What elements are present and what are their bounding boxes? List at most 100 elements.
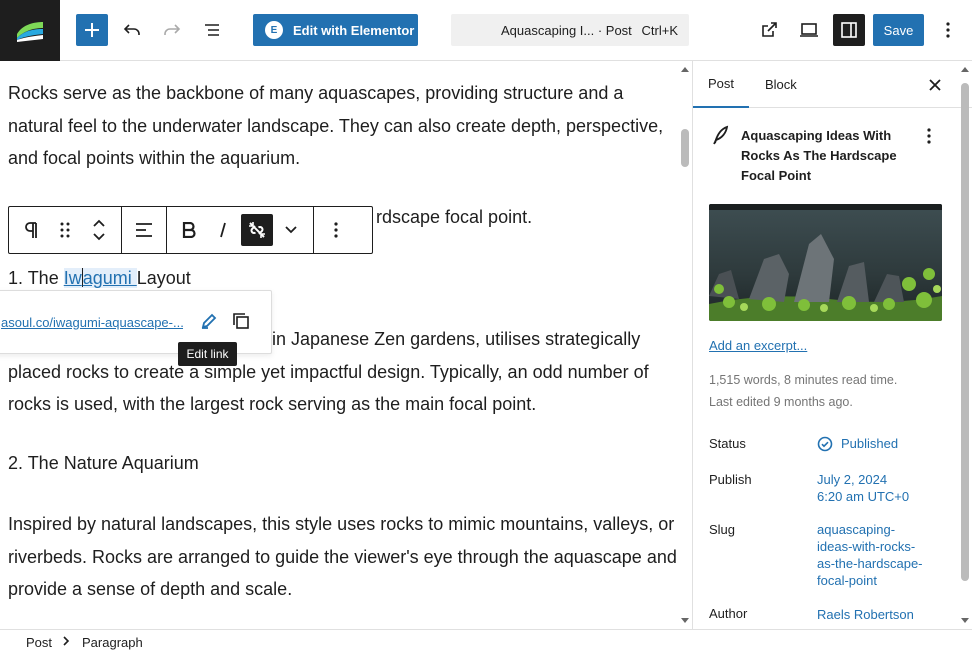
post-type-icon (711, 125, 729, 150)
scrollbar-thumb[interactable] (681, 129, 689, 167)
paragraph-block[interactable]: rdscape focal point. (376, 201, 532, 234)
scroll-up-icon[interactable] (681, 67, 689, 72)
paragraph-line: riverbeds. Rocks are arranged to guide t… (8, 546, 677, 567)
more-formatting-button[interactable] (275, 214, 307, 246)
sidebar-icon (841, 22, 857, 38)
status-label: Status (709, 436, 746, 451)
preview-button[interactable] (793, 14, 825, 46)
link-off-icon (249, 222, 265, 238)
tab-block[interactable]: Block (765, 61, 797, 108)
more-vertical-icon (927, 128, 931, 144)
drag-handle[interactable] (49, 214, 81, 246)
paragraph-line: provide a sense of depth and scale. (8, 579, 293, 599)
check-circle-icon (817, 436, 833, 451)
settings-sidebar-toggle[interactable] (833, 14, 865, 46)
breadcrumb-paragraph[interactable]: Paragraph (82, 635, 143, 650)
word-count: 1,515 words, 8 minutes read time. (709, 373, 898, 387)
scroll-down-icon[interactable] (681, 618, 689, 623)
publish-time: 6:20 am UTC+0 (817, 489, 910, 504)
paragraph-block[interactable]: Rocks serve as the backbone of many aqua… (8, 77, 663, 175)
publish-date-button[interactable]: July 2, 2024 6:20 am UTC+0 (817, 471, 909, 505)
featured-image[interactable] (709, 204, 942, 321)
save-button[interactable]: Save (873, 14, 924, 46)
bold-button[interactable] (173, 214, 205, 246)
italic-icon (220, 222, 226, 238)
move-up-down-button[interactable] (83, 214, 115, 246)
view-post-button[interactable] (753, 14, 785, 46)
block-toolbar (8, 206, 373, 254)
publish-label: Publish (709, 472, 752, 487)
slug-line: focal-point (817, 573, 877, 588)
sidebar-tabs: Post Block (693, 61, 972, 108)
options-button[interactable] (934, 14, 962, 46)
last-edited: Last edited 9 months ago. (709, 395, 853, 409)
add-excerpt-link[interactable]: Add an excerpt... (709, 338, 807, 353)
copy-link-button[interactable] (229, 309, 253, 333)
scrollbar-thumb[interactable] (961, 83, 969, 581)
close-sidebar-button[interactable] (923, 73, 947, 97)
undo-button[interactable] (116, 14, 148, 46)
document-overview-button[interactable] (196, 14, 228, 46)
plus-icon (85, 23, 99, 37)
command-shortcut: Ctrl+K (641, 22, 678, 38)
slug-button[interactable]: aquascaping- ideas-with-rocks- as-the-ha… (817, 521, 923, 589)
paragraph-icon (25, 222, 37, 238)
pencil-icon (201, 313, 217, 329)
canvas-scrollbar[interactable] (678, 61, 692, 629)
breadcrumb-post[interactable]: Post (26, 635, 52, 650)
undo-icon (123, 24, 140, 35)
paragraph-line: and focal points within the aquarium. (8, 148, 301, 168)
edit-link-tooltip: Edit link (178, 342, 237, 366)
top-toolbar: E Edit with Elementor Aquascaping I... ·… (0, 0, 972, 61)
unlink-button[interactable] (241, 214, 273, 246)
status-value: Published (841, 436, 899, 451)
block-options-button[interactable] (320, 214, 352, 246)
more-vertical-icon (946, 22, 950, 38)
chevron-right-icon (62, 635, 70, 649)
paragraph-line: placed rocks to create a simple yet impa… (8, 361, 649, 382)
copy-icon (233, 313, 249, 329)
scroll-down-icon[interactable] (961, 618, 969, 623)
post-title: Aquascaping Ideas With Rocks As The Hard… (741, 128, 897, 183)
link-iwagumi[interactable]: Iwagumi (63, 268, 137, 288)
author-button[interactable]: Raels Robertson (817, 606, 914, 623)
sidebar-scrollbar[interactable] (958, 61, 972, 629)
status-button[interactable]: Published (817, 435, 898, 452)
edit-with-elementor-button[interactable]: E Edit with Elementor (253, 14, 418, 46)
post-actions-button[interactable] (919, 125, 939, 147)
text-segment: Layout (136, 268, 191, 288)
paragraph-block[interactable]: 2. The Nature Aquarium (8, 447, 199, 480)
command-palette-button[interactable]: Aquascaping I... · Post Ctrl+K (451, 14, 689, 46)
italic-button[interactable] (207, 214, 239, 246)
editor-canvas[interactable]: Rocks serve as the backbone of many aqua… (0, 61, 692, 629)
paragraph-line: Inspired by natural landscapes, this sty… (8, 514, 675, 534)
tab-post[interactable]: Post (693, 61, 749, 108)
paragraph-transform-button[interactable] (15, 214, 47, 246)
redo-button[interactable] (156, 14, 188, 46)
site-logo[interactable] (0, 0, 60, 61)
link-url[interactable]: asoul.co/iwagumi-aquascape-... (1, 315, 183, 330)
slug-line: aquascaping- (817, 522, 896, 537)
add-block-button[interactable] (76, 14, 108, 46)
slug-label: Slug (709, 522, 736, 537)
aquarium-image-icon (709, 204, 942, 321)
edit-link-button[interactable] (197, 309, 221, 333)
paragraph-line: rocks is used, with the largest rock ser… (8, 394, 537, 414)
slug-line: as-the-hardscape- (817, 556, 923, 571)
elementor-logo-icon: E (265, 21, 283, 39)
scroll-up-icon[interactable] (961, 67, 969, 72)
link-text-part: agumi (82, 268, 137, 288)
paragraph-line: Rocks serve as the backbone of many aqua… (8, 83, 624, 103)
chevron-up-down-icon (93, 219, 105, 241)
command-title: Aquascaping I... · Post (501, 22, 632, 38)
redo-icon (164, 24, 181, 35)
edit-with-elementor-label: Edit with Elementor (293, 22, 415, 38)
drag-icon (60, 222, 70, 238)
paragraph-block[interactable]: Inspired by natural landscapes, this sty… (8, 508, 677, 606)
align-button[interactable] (128, 214, 160, 246)
author-label: Author (709, 606, 748, 621)
external-link-icon (762, 22, 777, 37)
slug-line: ideas-with-rocks- (817, 539, 916, 554)
text-segment: 1. The (8, 268, 64, 288)
settings-sidebar: Post Block Aquascaping Ideas With Rocks … (692, 61, 972, 629)
